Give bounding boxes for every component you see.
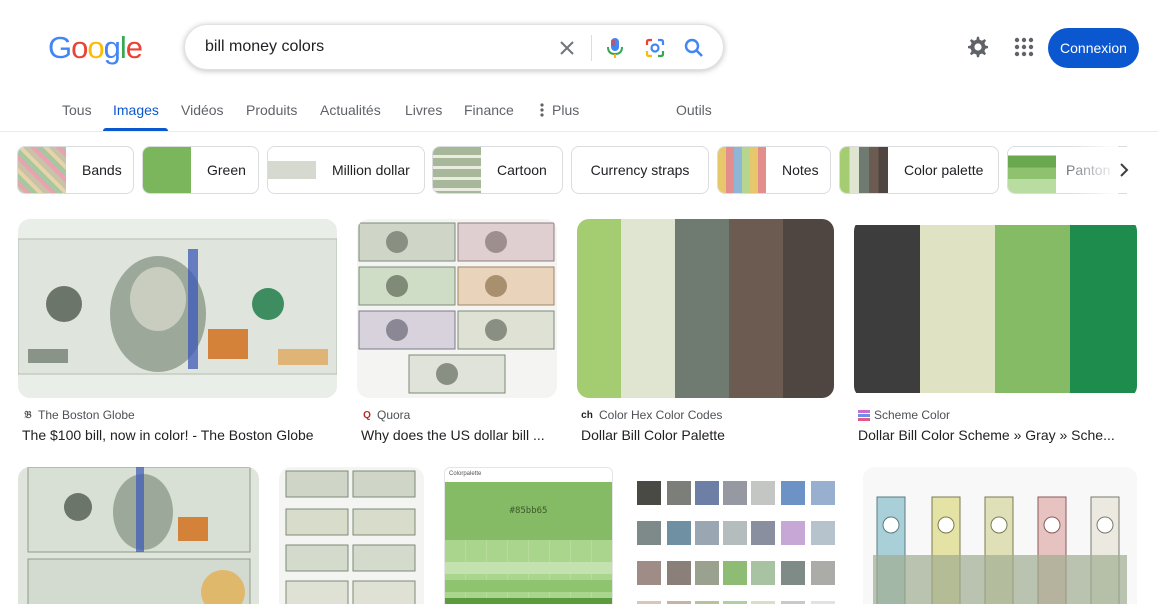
chevron-right-icon[interactable] [1112, 158, 1136, 182]
more-vert-icon [540, 103, 546, 120]
chip-notes[interactable]: Notes [717, 146, 831, 194]
tab-products[interactable]: Produits [246, 102, 297, 118]
result-thumbnail[interactable] [854, 219, 1137, 398]
chip-green[interactable]: Green [142, 146, 259, 194]
tab-images[interactable]: Images [113, 102, 159, 118]
result-source-label: Quora [377, 408, 411, 422]
result-thumbnail[interactable] [357, 219, 557, 398]
chip-label: Cartoon [497, 162, 547, 178]
result-thumbnail[interactable] [633, 467, 843, 604]
apps-grid-icon[interactable] [1012, 35, 1036, 59]
favicon-icon: 𝔅 [24, 409, 32, 421]
palette-swatch [995, 225, 1070, 393]
chip-million-dollar[interactable]: Million dollar [267, 146, 425, 194]
search-input[interactable]: bill money colors [205, 38, 324, 56]
palette-swatch [675, 219, 729, 398]
palette-hex-label: #85bb65 [509, 506, 548, 516]
palette-swatch [1070, 225, 1137, 393]
palette-swatch [920, 225, 995, 393]
result-thumbnail[interactable] [18, 219, 337, 398]
result-source: 𝔅 The Boston Globe [22, 408, 338, 422]
scheme-color-icon [858, 409, 870, 421]
tab-news[interactable]: Actualités [320, 102, 381, 118]
result-title[interactable]: The $100 bill, now in color! - The Bosto… [22, 427, 338, 443]
tab-videos[interactable]: Vidéos [181, 102, 224, 118]
result-thumbnail[interactable] [577, 219, 834, 398]
result-source: Q Quora [361, 408, 557, 422]
image-result[interactable]: Q Quora Why does the US dollar bill ... [357, 219, 557, 443]
clear-icon[interactable] [555, 36, 579, 60]
logo-letter: G [48, 30, 72, 65]
result-thumbnail[interactable] [18, 467, 259, 604]
search-tabs: Tous Images Vidéos Produits Actualités L… [0, 96, 1158, 132]
chip-color-palette[interactable]: Color palette [839, 146, 999, 194]
tab-all[interactable]: Tous [62, 102, 92, 118]
result-thumbnail[interactable] [279, 467, 424, 604]
result-thumbnail[interactable] [863, 467, 1137, 604]
result-source: Scheme Color [858, 408, 1138, 422]
result-title[interactable]: Dollar Bill Color Palette [581, 427, 835, 443]
refinement-chips: Bands Green Million dollar Cartoon Curre… [0, 146, 1158, 196]
result-source-label: Scheme Color [874, 408, 951, 422]
search-box[interactable]: bill money colors [184, 24, 724, 70]
image-result[interactable] [863, 467, 1137, 604]
chip-bands[interactable]: Bands [17, 146, 134, 194]
chips-fade [1068, 146, 1118, 194]
chip-label: Million dollar [332, 162, 410, 178]
logo-letter: o [71, 30, 88, 65]
chip-cartoon[interactable]: Cartoon [432, 146, 563, 194]
lens-camera-icon[interactable] [643, 36, 667, 60]
quora-icon: Q [363, 409, 371, 421]
chip-label: Bands [82, 162, 122, 178]
chip-thumbnail [268, 147, 316, 193]
chip-label: Notes [782, 162, 819, 178]
tab-finance[interactable]: Finance [464, 102, 514, 118]
image-result[interactable]: ch Color Hex Color Codes Dollar Bill Col… [577, 219, 835, 443]
image-result[interactable]: Scheme Color Dollar Bill Color Scheme » … [854, 219, 1138, 443]
palette-site-name: Colorpalette [449, 471, 482, 477]
result-title[interactable]: Why does the US dollar bill ... [361, 427, 557, 443]
logo-letter: g [103, 30, 121, 65]
image-result[interactable]: 𝔅 The Boston Globe The $100 bill, now in… [18, 219, 338, 443]
tab-more[interactable]: Plus [540, 102, 579, 120]
chip-label: Color palette [904, 162, 984, 178]
chip-label: Green [207, 162, 246, 178]
result-thumbnail[interactable]: Colorpalette #85bb65 [444, 467, 613, 604]
chip-thumbnail [143, 147, 191, 193]
search-divider [591, 35, 592, 61]
tab-more-label: Plus [552, 102, 580, 118]
palette-swatch [854, 225, 920, 393]
chip-thumbnail [18, 147, 66, 193]
search-icon[interactable] [682, 36, 706, 60]
image-result[interactable]: Colorpalette #85bb65 [444, 467, 613, 604]
image-result[interactable] [279, 467, 424, 604]
favicon-icon: ch [581, 409, 593, 421]
google-logo[interactable]: Google [48, 30, 143, 66]
microphone-icon[interactable] [603, 36, 627, 60]
palette-swatch [577, 219, 621, 398]
palette-swatch [729, 219, 783, 398]
tab-tools[interactable]: Outils [676, 102, 712, 118]
result-source-label: The Boston Globe [38, 408, 135, 422]
chip-thumbnail [1008, 147, 1056, 193]
chip-thumbnail [433, 147, 481, 193]
logo-letter: o [87, 30, 104, 65]
logo-letter: e [125, 30, 143, 65]
gear-icon[interactable] [966, 35, 990, 59]
active-tab-indicator [103, 128, 168, 131]
chip-thumbnail [840, 147, 888, 193]
chip-label: Currency straps [590, 162, 690, 178]
palette-swatch [783, 219, 834, 398]
palette-swatch [621, 219, 675, 398]
result-source-label: Color Hex Color Codes [599, 408, 723, 422]
image-result[interactable] [18, 467, 259, 604]
tab-books[interactable]: Livres [405, 102, 442, 118]
image-result[interactable] [633, 467, 843, 604]
chip-thumbnail [718, 147, 766, 193]
signin-button[interactable]: Connexion [1048, 28, 1139, 68]
result-title[interactable]: Dollar Bill Color Scheme » Gray » Sche..… [858, 427, 1128, 443]
result-source: ch Color Hex Color Codes [581, 408, 835, 422]
chip-currency-straps[interactable]: Currency straps [571, 146, 709, 194]
